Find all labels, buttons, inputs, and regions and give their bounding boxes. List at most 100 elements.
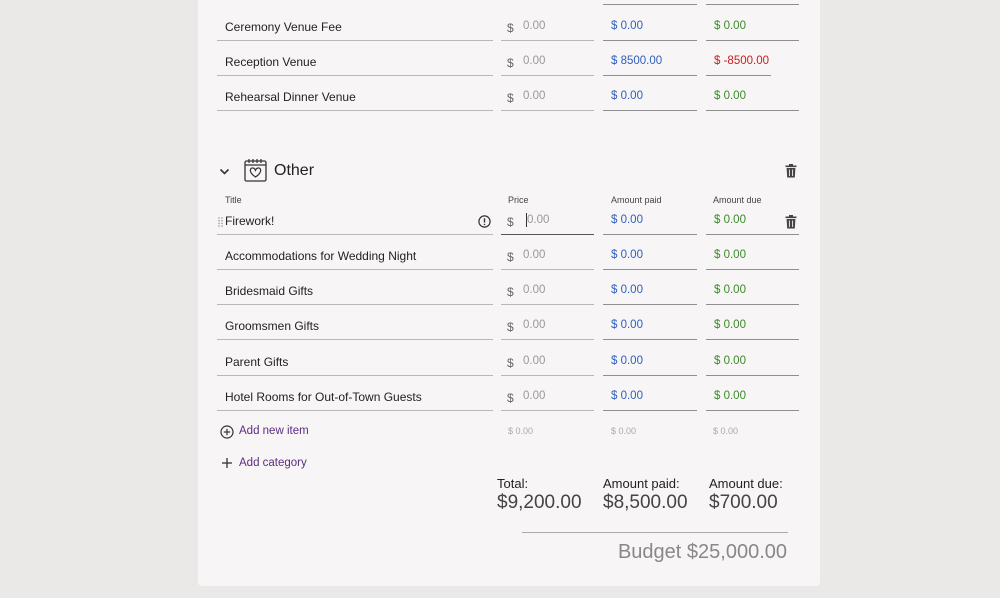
amount-due-value: $700.00 — [709, 492, 778, 513]
dollar-sign: $ — [507, 56, 514, 70]
title-field[interactable]: Bridesmaid Gifts — [217, 277, 493, 305]
price-field[interactable]: $0.00 — [501, 13, 594, 41]
due-value: $ 0.00 — [714, 90, 746, 102]
paid-field[interactable]: $ 0.00 — [603, 383, 697, 411]
due-value: $ 0.00 — [714, 249, 746, 261]
paid-field[interactable]: $ 0.00 — [603, 277, 697, 305]
paid-field[interactable]: $ 0.00 — [603, 242, 697, 270]
paid-value: $ 0.00 — [611, 284, 643, 296]
price-value: 0.00 — [523, 319, 546, 331]
column-header-price: Price — [508, 195, 529, 205]
price-field[interactable]: $0.00 — [501, 207, 594, 235]
paid-field[interactable]: $ 0.00 — [603, 348, 697, 376]
dollar-sign: $ — [507, 91, 514, 105]
divider — [522, 532, 788, 533]
paid-value: $ 8500.00 — [611, 55, 663, 67]
price-field[interactable]: $0.00 — [501, 277, 594, 305]
due-field: $ 0.00 — [706, 383, 799, 411]
price-field[interactable]: $0.00 — [501, 48, 594, 76]
title-field[interactable]: Parent Gifts — [217, 348, 493, 376]
trash-icon[interactable] — [785, 164, 797, 178]
item-title: Ceremony Venue Fee — [225, 20, 342, 34]
due-field: $ 0.00 — [706, 242, 799, 270]
title-field[interactable]: Rehearsal Dinner Venue — [217, 83, 493, 111]
column-header-due: Amount due — [713, 195, 762, 205]
price-field[interactable]: $0.00 — [501, 83, 594, 111]
item-title: Reception Venue — [225, 55, 317, 69]
calendar-heart-icon — [244, 158, 267, 182]
price-field[interactable]: $0.00 — [501, 348, 594, 376]
item-title: Rehearsal Dinner Venue — [225, 90, 356, 104]
title-field[interactable]: Firework! — [217, 207, 493, 235]
column-header-title: Title — [225, 195, 242, 205]
due-value: $ 0.00 — [714, 355, 746, 367]
price-value: 0.00 — [523, 390, 546, 402]
price-value: 0.00 — [523, 249, 546, 261]
due-value: $ 0.00 — [714, 20, 746, 32]
prev-row-border — [603, 0, 697, 5]
info-icon[interactable] — [478, 215, 491, 228]
due-field: $ 0.00 — [706, 277, 799, 305]
due-value: $ 0.00 — [714, 319, 746, 331]
paid-value: $ 0.00 — [611, 20, 643, 32]
due-field: $ 0.00 — [706, 13, 799, 41]
paid-value: $ 0.00 — [611, 319, 643, 331]
chevron-down-icon[interactable] — [219, 166, 230, 177]
amount-due-label: Amount due: — [709, 476, 783, 491]
paid-value: $ 0.00 — [611, 214, 643, 226]
item-title: Hotel Rooms for Out-of-Town Guests — [225, 390, 422, 404]
dollar-sign: $ — [507, 356, 514, 370]
due-value: $ -8500.00 — [714, 55, 769, 67]
due-field: $ 0.00 — [706, 83, 799, 111]
paid-field[interactable]: $ 0.00 — [603, 207, 697, 235]
budget-total: Budget $25,000.00 — [617, 541, 787, 563]
paid-value: $ 0.00 — [611, 90, 643, 102]
price-value: 0.00 — [523, 90, 546, 102]
total-label: Total: — [497, 476, 529, 491]
plus-circle-icon[interactable] — [220, 425, 234, 439]
paid-field[interactable]: $ 8500.00 — [603, 48, 697, 76]
plus-icon[interactable] — [222, 458, 232, 468]
item-title: Accommodations for Wedding Night — [225, 249, 417, 263]
price-value: 0.00 — [527, 214, 550, 226]
title-field[interactable]: Accommodations for Wedding Night — [217, 242, 493, 270]
price-value: 0.00 — [523, 55, 546, 67]
dollar-sign: $ — [507, 21, 514, 35]
paid-field[interactable]: $ 0.00 — [603, 312, 697, 340]
price-field[interactable]: $0.00 — [501, 312, 594, 340]
title-field[interactable]: Groomsmen Gifts — [217, 312, 493, 340]
due-field: $ 0.00 — [706, 348, 799, 376]
paid-field[interactable]: $ 0.00 — [603, 83, 697, 111]
price-value: 0.00 — [523, 20, 546, 32]
price-field[interactable]: $0.00 — [501, 383, 594, 411]
due-value: $ 0.00 — [714, 284, 746, 296]
dollar-sign: $ — [507, 320, 514, 334]
amount-paid-value: $8,500.00 — [603, 492, 688, 513]
price-field[interactable]: $0.00 — [501, 242, 594, 270]
due-field: $ -8500.00 — [706, 48, 771, 76]
due-field: $ 0.00 — [706, 312, 799, 340]
paid-field[interactable]: $ 0.00 — [603, 13, 697, 41]
dollar-sign: $ — [507, 391, 514, 405]
trash-icon[interactable] — [785, 215, 797, 229]
add-category-link[interactable]: Add category — [239, 457, 307, 469]
price-value: 0.00 — [523, 355, 546, 367]
amount-paid-label: Amount paid: — [603, 476, 680, 491]
title-field[interactable]: Ceremony Venue Fee — [217, 13, 493, 41]
item-title: Bridesmaid Gifts — [225, 284, 314, 298]
title-field[interactable]: Reception Venue — [217, 48, 493, 76]
prev-row-border — [706, 0, 799, 5]
paid-subtotal: $ 0.00 — [611, 426, 637, 436]
paid-value: $ 0.00 — [611, 355, 643, 367]
add-new-item-link[interactable]: Add new item — [239, 425, 309, 437]
title-field[interactable]: Hotel Rooms for Out-of-Town Guests — [217, 383, 493, 411]
paid-value: $ 0.00 — [611, 390, 643, 402]
due-value: $ 0.00 — [714, 214, 746, 226]
category-title[interactable]: Other — [274, 162, 314, 180]
budget-card: Ceremony Venue Fee $0.00 $ 0.00 $ 0.00 R… — [198, 0, 820, 586]
item-title: Parent Gifts — [225, 355, 289, 369]
due-value: $ 0.00 — [714, 390, 746, 402]
dollar-sign: $ — [507, 215, 514, 229]
due-subtotal: $ 0.00 — [713, 426, 739, 436]
column-header-paid: Amount paid — [611, 195, 662, 205]
